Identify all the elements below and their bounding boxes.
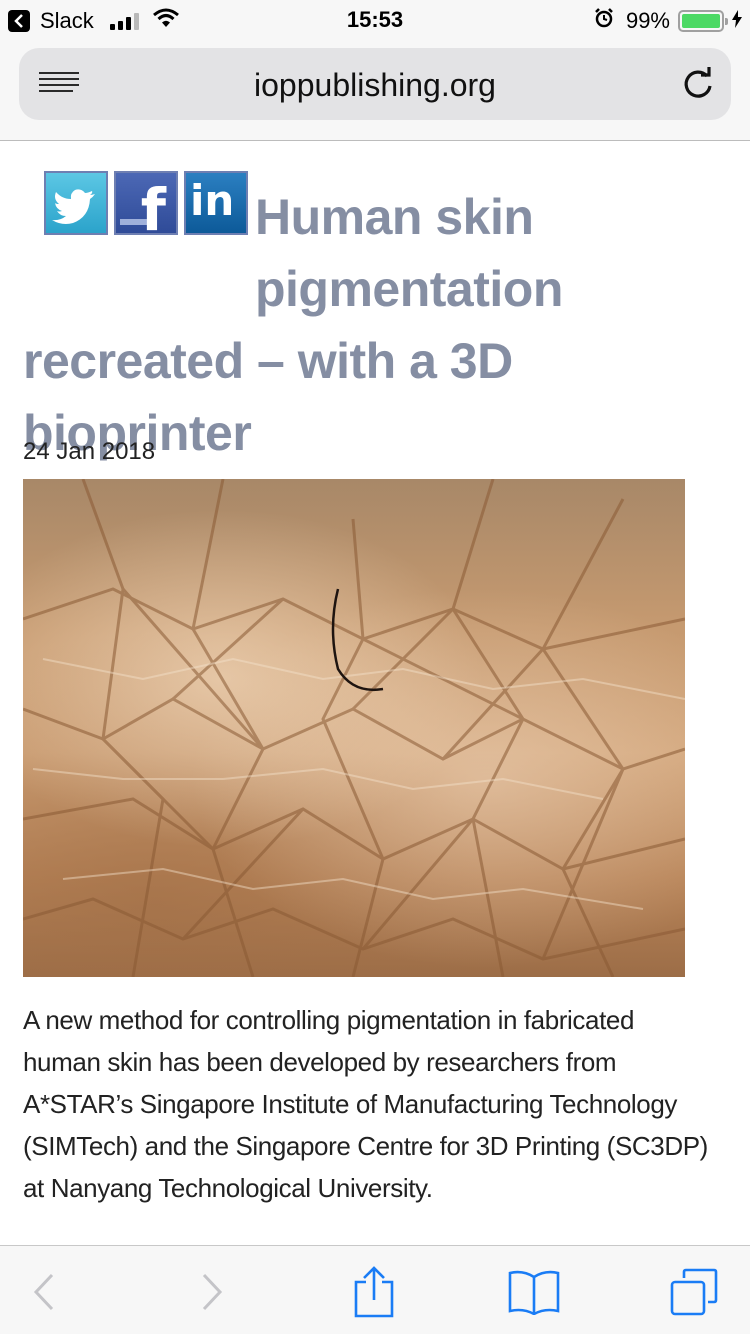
- bookmarks-button[interactable]: [504, 1266, 564, 1318]
- body-line-5: at Nanyang Technological University.: [23, 1173, 433, 1203]
- chevron-left-icon: [33, 1273, 54, 1311]
- body-line-3: A*STAR’s Singapore Institute of Manufact…: [23, 1089, 677, 1119]
- status-bar: Slack 15:53 99%: [0, 0, 750, 40]
- title-line-1: Human skin: [255, 189, 534, 245]
- charging-bolt-icon: [732, 7, 742, 34]
- url-field[interactable]: ioppublishing.org: [19, 48, 731, 120]
- body-line-4: (SIMTech) and the Singapore Centre for 3…: [23, 1131, 708, 1161]
- reload-icon[interactable]: [681, 66, 715, 107]
- publish-date: 24 Jan 2018: [23, 438, 156, 465]
- title-line-2: pigmentation: [255, 261, 563, 317]
- body-line-1: A new method for controlling pigmentatio…: [23, 1005, 635, 1035]
- book-icon: [508, 1270, 560, 1315]
- share-icon: [354, 1266, 394, 1318]
- article: f in Human skin pigmentation recreated –…: [0, 141, 750, 1245]
- tabs-button[interactable]: [664, 1266, 724, 1318]
- battery-percent: 99%: [625, 7, 670, 33]
- browser-address-bar: ioppublishing.org: [0, 40, 750, 141]
- forward-button[interactable]: [182, 1266, 242, 1318]
- article-body: A new method for controlling pigmentatio…: [23, 999, 723, 1209]
- skin-texture: [23, 479, 685, 977]
- browser-toolbar: [0, 1245, 750, 1334]
- article-title: Human skin pigmentation recreated – with…: [23, 181, 723, 469]
- body-line-2: human skin has been developed by researc…: [23, 1047, 617, 1077]
- battery-icon: [678, 9, 728, 32]
- chevron-right-icon: [202, 1273, 223, 1311]
- back-button[interactable]: [14, 1266, 74, 1318]
- tabs-icon: [670, 1268, 718, 1316]
- url-text[interactable]: ioppublishing.org: [19, 66, 731, 104]
- share-button[interactable]: [344, 1266, 404, 1318]
- skin-closeup-photo: [23, 479, 685, 977]
- alarm-icon: [594, 7, 614, 34]
